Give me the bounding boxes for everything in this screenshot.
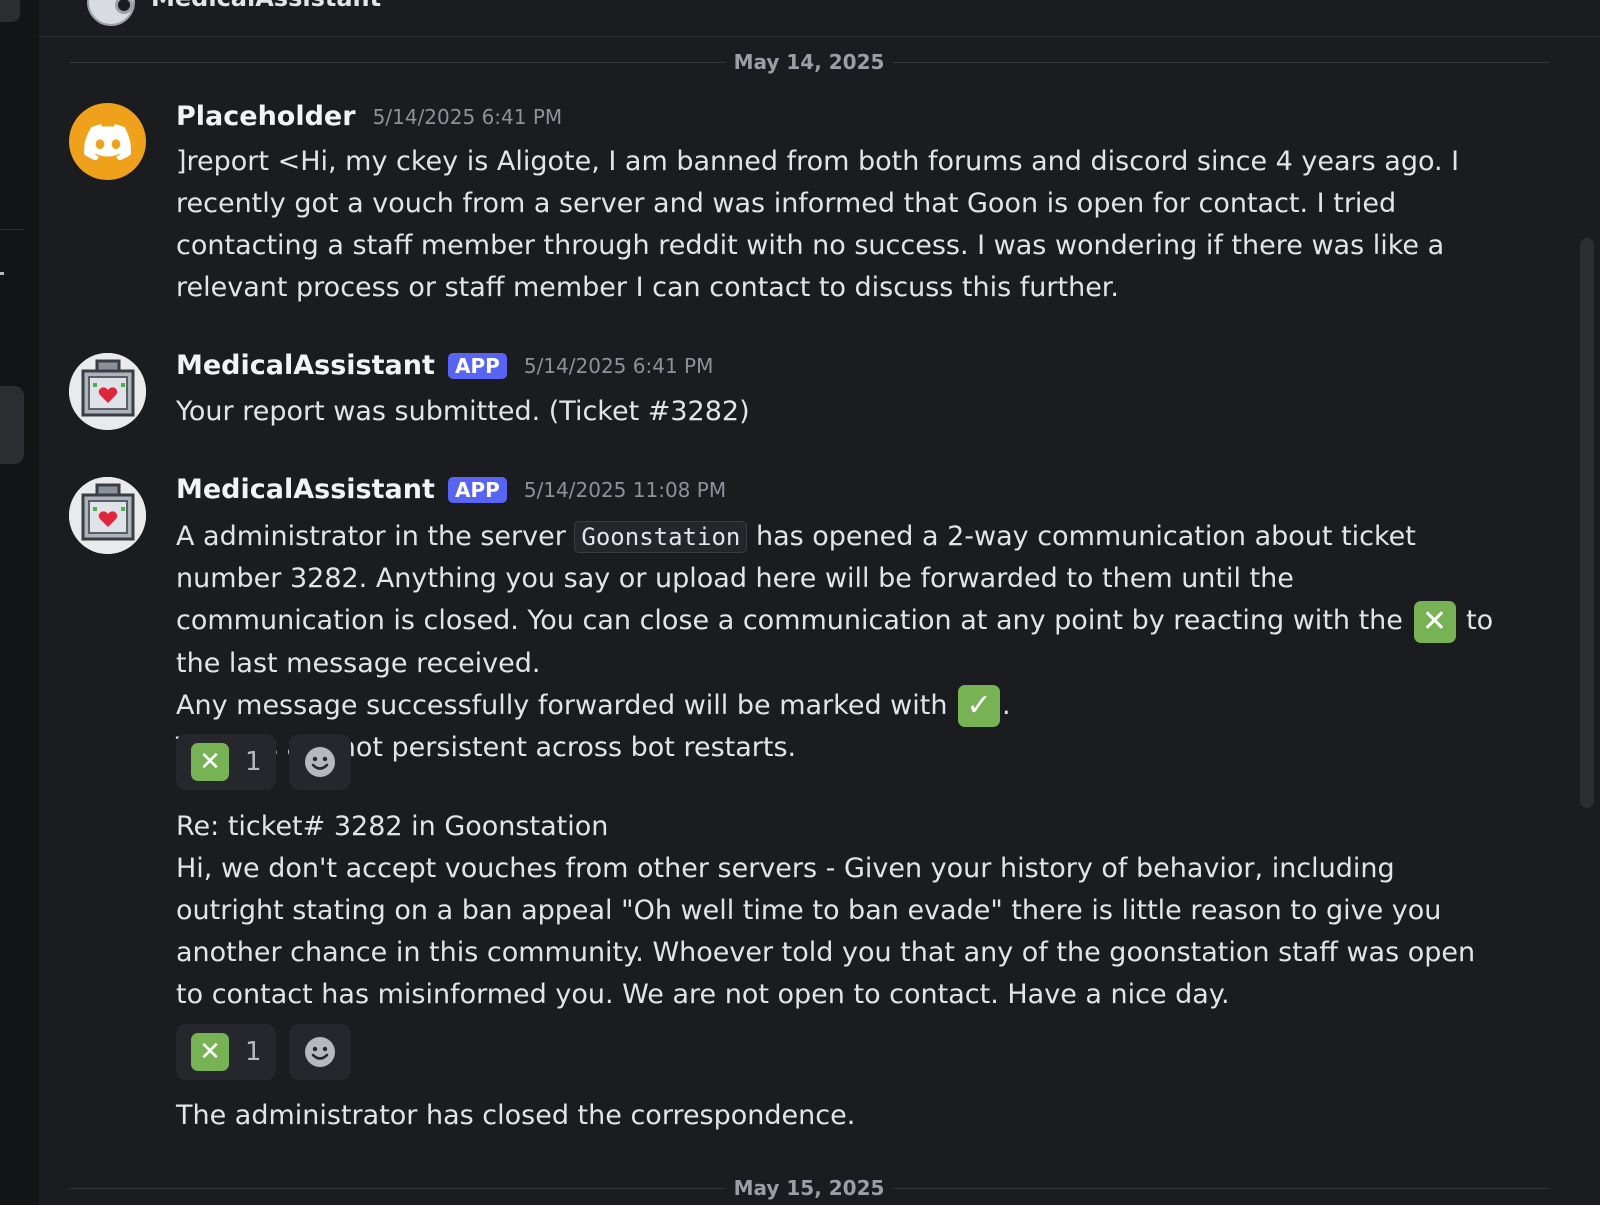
message-text: ]report <Hi, my ckey is Aligote, I am ba… xyxy=(176,146,1460,303)
username[interactable]: MedicalAssistant xyxy=(176,350,435,381)
date-separator-label: May 14, 2025 xyxy=(725,50,893,74)
message-header: Placeholder 5/14/2025 6:41 PM xyxy=(176,101,562,132)
date-separator: May 14, 2025 xyxy=(69,50,1549,74)
discord-logo-icon xyxy=(83,123,131,160)
message-content: Re: ticket# 3282 in Goonstation Hi, we d… xyxy=(176,806,1496,1016)
cross-mark-icon: ✕ xyxy=(191,743,229,781)
reaction-count: 1 xyxy=(245,747,262,777)
date-separator-label: May 15, 2025 xyxy=(725,1176,893,1200)
message-text: The administrator has closed the corresp… xyxy=(176,1100,856,1131)
avatar[interactable] xyxy=(69,477,146,554)
avatar[interactable] xyxy=(69,103,146,180)
message-content: ]report <Hi, my ckey is Aligote, I am ba… xyxy=(176,141,1496,309)
message-header: MedicalAssistant APP 5/14/2025 11:08 PM xyxy=(176,474,726,505)
date-separator: May 15, 2025 xyxy=(69,1176,1549,1200)
app-badge: APP xyxy=(447,352,507,379)
reaction-count: 1 xyxy=(245,1037,262,1067)
sidebar-divider xyxy=(0,229,24,230)
message-text: . xyxy=(1002,689,1011,721)
inline-code: Goonstation xyxy=(574,521,748,553)
message-text: A administrator in the server xyxy=(176,521,566,552)
message-text: Any message successfully forwarded will … xyxy=(176,689,948,721)
message-paragraph: Any message successfully forwarded will … xyxy=(176,685,1496,727)
timestamp[interactable]: 5/14/2025 11:08 PM xyxy=(524,478,726,502)
smile-icon xyxy=(304,1037,335,1067)
server-sidebar-strip xyxy=(0,0,39,1205)
timestamp[interactable]: 5/14/2025 6:41 PM xyxy=(373,105,563,129)
smile-icon xyxy=(304,747,335,777)
message-text: Your report was submitted. (Ticket #3282… xyxy=(176,396,750,427)
avatar[interactable] xyxy=(69,353,146,430)
channel-header: MedicalAssistant xyxy=(39,0,1600,37)
message-content: The administrator has closed the corresp… xyxy=(176,1095,1496,1137)
timestamp[interactable]: 5/14/2025 6:41 PM xyxy=(524,354,714,378)
sidebar-item-selected[interactable] xyxy=(0,386,24,464)
reaction-cross-mark[interactable]: ✕ 1 xyxy=(176,1024,276,1080)
channel-title: MedicalAssistant xyxy=(151,0,381,12)
cross-mark-icon: ✕ xyxy=(1413,600,1456,643)
reaction-cross-mark[interactable]: ✕ 1 xyxy=(176,734,276,790)
check-mark-icon: ✓ xyxy=(958,685,1001,727)
sidebar-item[interactable] xyxy=(0,0,20,22)
medkit-robot-icon xyxy=(69,353,146,430)
cross-mark-icon: ✕ xyxy=(191,1033,229,1071)
username[interactable]: MedicalAssistant xyxy=(176,474,435,505)
scrollbar-thumb[interactable] xyxy=(1580,238,1594,808)
message-header: MedicalAssistant APP 5/14/2025 6:41 PM xyxy=(176,350,713,381)
message-text: Tunnels are not persistent across bot re… xyxy=(176,732,797,763)
app-badge: APP xyxy=(447,476,507,503)
add-reaction-button[interactable] xyxy=(288,734,351,790)
reaction-bar: ✕ 1 xyxy=(176,1024,359,1080)
message-paragraph: A administrator in the server Goonstatio… xyxy=(176,516,1496,685)
message-text: Hi, we don't accept vouches from other s… xyxy=(176,853,1476,1010)
sidebar-indicator xyxy=(0,272,4,275)
reaction-bar: ✕ 1 xyxy=(176,734,359,790)
username[interactable]: Placeholder xyxy=(176,101,356,132)
message-content: Your report was submitted. (Ticket #3282… xyxy=(176,391,1496,433)
message-content: A administrator in the server Goonstatio… xyxy=(176,516,1496,769)
message-title: Re: ticket# 3282 in Goonstation xyxy=(176,811,609,842)
medkit-robot-icon xyxy=(69,477,146,554)
add-reaction-button[interactable] xyxy=(288,1024,351,1080)
